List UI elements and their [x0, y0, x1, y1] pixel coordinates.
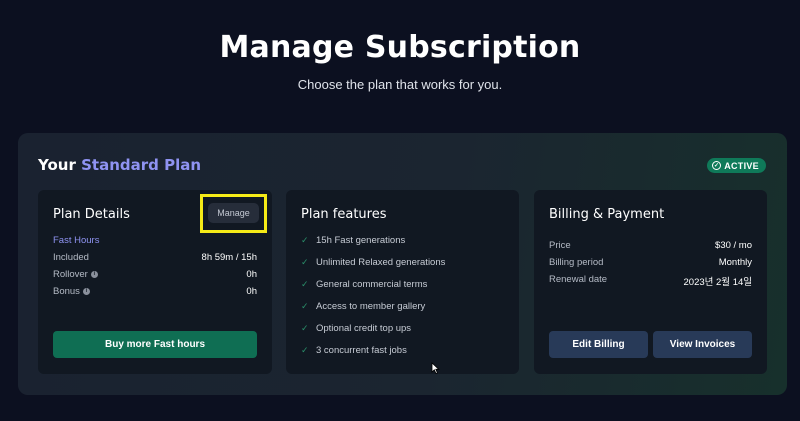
stat-value: 0h	[246, 286, 257, 297]
edit-billing-button[interactable]: Edit Billing	[549, 331, 648, 358]
manage-button[interactable]: Manage	[208, 203, 259, 223]
feature-item: ✓ Access to member gallery	[301, 301, 426, 312]
stat-label: Rollover	[53, 269, 88, 280]
billing-row-renewal: Renewal date 2023년 2월 14일	[549, 274, 752, 288]
billing-label: Billing period	[549, 257, 604, 268]
plan-name: Standard Plan	[81, 156, 202, 174]
billing-value: $30 / mo	[715, 240, 752, 251]
stat-value: 0h	[246, 269, 257, 280]
status-badge: ✓ ACTIVE	[707, 158, 766, 173]
status-label: ACTIVE	[724, 160, 759, 171]
page-subtitle: Choose the plan that works for you.	[297, 77, 503, 92]
billing-row-price: Price $30 / mo	[549, 240, 752, 251]
plan-features-card: Plan features ✓ 15h Fast generations ✓ U…	[286, 190, 519, 374]
info-icon[interactable]: i	[90, 271, 98, 278]
feature-item: ✓ Optional credit top ups	[301, 323, 412, 334]
check-icon: ✓	[301, 345, 309, 355]
billing-label: Renewal date	[549, 274, 608, 285]
stat-label: Included	[53, 252, 89, 263]
feature-item: ✓ General commercial terms	[301, 279, 428, 290]
feature-item: ✓ Unlimited Relaxed generations	[301, 257, 446, 268]
check-icon: ✓	[301, 301, 309, 311]
check-icon: ✓	[301, 235, 309, 245]
fast-hours-label: Fast Hours	[53, 235, 100, 246]
stat-row-included: Included 8h 59m / 15h	[53, 252, 257, 263]
check-icon: ✓	[301, 257, 309, 267]
check-icon: ✓	[301, 323, 309, 333]
stat-row-bonus: Bonus i 0h	[53, 286, 257, 297]
billing-value: 2023년 2월 14일	[683, 277, 752, 288]
check-icon: ✓	[301, 279, 309, 289]
plan-details-card: Plan Details Manage Fast Hours Included …	[38, 190, 272, 374]
billing-label: Price	[549, 240, 571, 251]
plan-details-title: Plan Details	[53, 207, 130, 222]
billing-card: Billing & Payment Price $30 / mo Billing…	[534, 190, 767, 374]
stat-value: 8h 59m / 15h	[201, 252, 257, 263]
billing-value: Monthly	[718, 257, 752, 268]
check-circle-icon: ✓	[712, 161, 722, 170]
feature-item: ✓ 3 concurrent fast jobs	[301, 345, 407, 356]
page-title: Manage Subscription	[219, 30, 581, 65]
subscription-panel: Your Standard Plan ✓ ACTIVE Plan Details…	[18, 133, 787, 395]
mouse-cursor-icon	[431, 362, 440, 375]
view-invoices-button[interactable]: View Invoices	[653, 331, 752, 358]
stat-row-rollover: Rollover i 0h	[53, 269, 257, 280]
info-icon[interactable]: i	[82, 288, 90, 295]
billing-title: Billing & Payment	[549, 207, 665, 222]
plan-header: Your Standard Plan	[38, 156, 201, 174]
plan-header-prefix: Your	[38, 156, 76, 174]
stat-label: Bonus	[53, 286, 80, 297]
billing-row-period: Billing period Monthly	[549, 257, 752, 268]
plan-features-title: Plan features	[301, 207, 387, 222]
feature-item: ✓ 15h Fast generations	[301, 235, 406, 246]
buy-fast-hours-button[interactable]: Buy more Fast hours	[53, 331, 257, 358]
